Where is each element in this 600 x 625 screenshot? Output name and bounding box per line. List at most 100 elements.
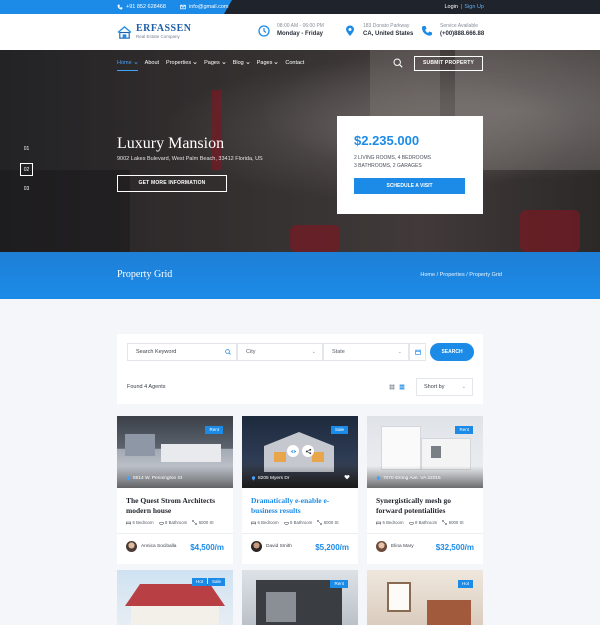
nav-pages-2[interactable]: Pages <box>257 60 279 66</box>
status-badge: Sale <box>330 426 348 434</box>
schedule-visit-button[interactable]: SCHEDULE A VISIT <box>354 178 465 194</box>
property-address-text: 7070 strong Ave. VA 22015 <box>383 476 441 481</box>
agent-name: Annica Sociballa <box>141 544 177 549</box>
chevron-down-icon <box>222 62 226 65</box>
property-title[interactable]: Dramatically e-enable e-business results <box>251 496 353 516</box>
nav-contact[interactable]: Contact <box>285 60 304 66</box>
agent-info[interactable]: David Smith <box>251 541 292 552</box>
search-icon[interactable] <box>393 58 403 68</box>
heart-icon[interactable] <box>344 474 350 480</box>
property-card[interactable]: Hot <box>367 570 483 625</box>
bed-icon <box>376 521 381 525</box>
property-card[interactable]: Rent <box>242 570 358 625</box>
hours-time: 08:00 AM - 06:00 PM <box>277 23 324 29</box>
state-select[interactable]: State ⌄ <box>323 343 409 361</box>
property-card[interactable]: Hot Sale <box>117 570 233 625</box>
chevron-down-icon: ⌄ <box>461 384 466 390</box>
hero-overlay <box>0 50 600 252</box>
agent-name: David Smith <box>266 544 292 549</box>
property-title[interactable]: The Quest Strom Architects modern house <box>126 496 228 516</box>
city-select-label: City <box>246 349 256 355</box>
area-text: 6000 St <box>198 520 214 525</box>
property-card[interactable]: Sale 8205 Myers Dr Dramatically e-enable… <box>242 416 358 564</box>
property-price: $4,500/m <box>190 543 224 552</box>
property-card[interactable]: Rent 7070 strong Ave. VA 22015 Synergist… <box>367 416 483 564</box>
nav-label: Home <box>117 60 132 66</box>
city-select[interactable]: City ⌄ <box>237 343 323 361</box>
area-text: 6000 St <box>448 520 464 525</box>
hero-features-line: 3 BATHROOMS, 2 GARAGES <box>354 163 422 169</box>
chevron-down-icon <box>274 62 278 65</box>
nav-about[interactable]: About <box>145 60 159 66</box>
email-contact[interactable]: info@gmail.com <box>180 0 229 14</box>
opening-hours: 08:00 AM - 06:00 PM Monday - Friday <box>258 23 324 38</box>
chevron-down-icon <box>134 62 138 65</box>
auth-links: Login | Sign Up <box>444 0 484 14</box>
property-title[interactable]: Synergistically mesh go forward potentia… <box>376 496 478 516</box>
agent-info[interactable]: Annica Sociballa <box>126 541 176 552</box>
house-logo-icon <box>117 25 132 39</box>
service-number[interactable]: (+00)888.666.88 <box>440 30 484 38</box>
view-button[interactable] <box>287 445 299 457</box>
image-bed <box>161 444 221 462</box>
share-icon <box>305 448 311 454</box>
nav-pages[interactable]: Pages <box>204 60 226 66</box>
property-address: 8514 W. Pennington St <box>126 476 182 481</box>
top-bar: +91 852 628468 info@gmail.com Login | Si… <box>0 0 600 14</box>
advanced-filter-button[interactable] <box>409 343 426 361</box>
property-image[interactable] <box>367 570 483 625</box>
search-keyword-input[interactable]: Search Keyword <box>127 343 237 361</box>
slide-number-active[interactable]: 02 <box>20 163 33 176</box>
image-window <box>431 446 441 458</box>
page-title-banner: Property Grid Home / Properties / Proper… <box>0 252 600 299</box>
nav-properties[interactable]: Properties <box>166 60 197 66</box>
mail-icon <box>180 4 186 10</box>
bath-icon <box>408 522 414 525</box>
signup-link[interactable]: Sign Up <box>464 4 484 10</box>
property-address-text: 8205 Myers Dr <box>258 476 290 481</box>
slide-number[interactable]: 03 <box>20 183 33 196</box>
login-link[interactable]: Login <box>444 4 457 10</box>
card-divider <box>117 533 233 534</box>
nav-blog[interactable]: Blog <box>233 60 250 66</box>
address-street: 183 Donato Parkway <box>363 23 410 29</box>
agent-info[interactable]: Elina Mary <box>376 541 414 552</box>
breadcrumb[interactable]: Home / Properties / Property Grid <box>420 272 502 278</box>
grid-view-icon[interactable] <box>389 384 395 390</box>
map-pin-icon <box>126 476 131 481</box>
phone-text: +91 852 628468 <box>126 4 166 10</box>
property-price: $32,500/m <box>435 543 474 552</box>
avatar <box>376 541 387 552</box>
area-icon <box>442 520 447 525</box>
search-button[interactable]: SEARCH <box>430 343 474 361</box>
email-text: info@gmail.com <box>189 4 229 10</box>
avatar <box>126 541 137 552</box>
submit-property-button[interactable]: SUBMIT PROPERTY <box>414 56 483 71</box>
property-address-text: 8514 W. Pennington St <box>133 476 183 481</box>
area: 6000 St <box>442 520 464 525</box>
nav-label: Pages <box>256 60 273 66</box>
area-icon <box>192 520 197 525</box>
share-button[interactable] <box>302 445 314 457</box>
phone-contact[interactable]: +91 852 628468 <box>117 0 166 14</box>
list-view-icon[interactable] <box>399 384 405 390</box>
site-header: ERFASSEN Real Estate Company 08:00 AM - … <box>0 14 600 50</box>
nav-label: About <box>144 60 160 66</box>
agent-name: Elina Mary <box>391 544 414 549</box>
property-card[interactable]: Rent 8514 W. Pennington St The Quest Str… <box>117 416 233 564</box>
more-info-button[interactable]: GET MORE INFORMATION <box>117 175 227 192</box>
property-image[interactable] <box>242 570 358 625</box>
card-divider <box>242 533 358 534</box>
logo[interactable]: ERFASSEN Real Estate Company <box>117 24 192 40</box>
image-window-light <box>274 452 286 462</box>
phone-icon <box>117 4 123 10</box>
nav-home[interactable]: Home <box>117 60 138 71</box>
logo-tagline: Real Estate Company <box>136 34 180 39</box>
status-badge: Hot <box>457 580 473 588</box>
slide-number[interactable]: 01 <box>20 143 33 156</box>
logo-name: ERFASSEN <box>136 23 192 34</box>
bedrooms-text: 6 Bedroom <box>257 520 279 525</box>
state-select-label: State <box>332 349 345 355</box>
main-nav: Home About Properties Pages Blog Pages C… <box>117 60 304 71</box>
sort-by-select[interactable]: Short by ⌄ <box>416 378 473 396</box>
